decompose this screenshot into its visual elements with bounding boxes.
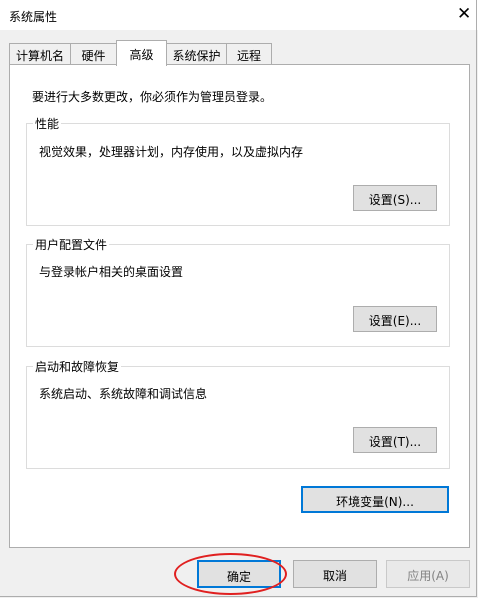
button-label: 设置(T)... (368, 435, 422, 449)
button-label: 应用(A) (407, 569, 449, 583)
user-profiles-description: 与登录帐户相关的桌面设置 (39, 265, 184, 279)
startup-recovery-group: 启动和故障恢复 系统启动、系统故障和调试信息 设置(T)... (26, 358, 450, 469)
performance-settings-button[interactable]: 设置(S)... (353, 185, 437, 211)
startup-recovery-settings-button[interactable]: 设置(T)... (353, 427, 437, 453)
tab-label: 硬件 (81, 49, 106, 63)
cancel-button[interactable]: 取消 (293, 560, 377, 588)
button-label: 设置(E)... (368, 314, 422, 328)
performance-title: 性能 (33, 115, 62, 132)
window-title: 系统属性 (9, 10, 58, 24)
close-icon: ✕ (457, 4, 472, 24)
tab-hardware[interactable]: 硬件 (70, 43, 117, 64)
ok-button[interactable]: 确定 (197, 560, 281, 588)
environment-variables-button[interactable]: 环境变量(N)... (301, 486, 449, 513)
tab-label: 远程 (236, 49, 261, 63)
tab-computer-name[interactable]: 计算机名 (9, 43, 71, 64)
user-profiles-settings-button[interactable]: 设置(E)... (353, 306, 437, 332)
startup-recovery-title: 启动和故障恢复 (33, 358, 122, 375)
performance-group: 性能 视觉效果，处理器计划，内存使用，以及虚拟内存 设置(S)... (26, 115, 450, 226)
tab-label: 高级 (129, 48, 154, 62)
tab-system-protection[interactable]: 系统保护 (166, 43, 227, 64)
button-label: 环境变量(N)... (336, 495, 414, 509)
advanced-tab-panel: 要进行大多数更改，你必须作为管理员登录。 性能 视觉效果，处理器计划，内存使用，… (9, 64, 470, 548)
tab-remote[interactable]: 远程 (226, 43, 272, 64)
apply-button[interactable]: 应用(A) (386, 560, 470, 588)
user-profiles-title: 用户配置文件 (33, 236, 110, 253)
user-profiles-group: 用户配置文件 与登录帐户相关的桌面设置 设置(E)... (26, 236, 450, 347)
tab-label: 系统保护 (172, 49, 221, 63)
admin-note: 要进行大多数更改，你必须作为管理员登录。 (32, 90, 273, 104)
button-label: 确定 (226, 570, 251, 584)
startup-recovery-description: 系统启动、系统故障和调试信息 (39, 387, 208, 401)
tab-label: 计算机名 (15, 49, 64, 63)
tab-advanced[interactable]: 高级 (116, 40, 167, 66)
title-bar[interactable]: 系统属性 ✕ (0, 0, 478, 30)
close-button[interactable]: ✕ (440, 0, 478, 30)
performance-description: 视觉效果，处理器计划，内存使用，以及虚拟内存 (39, 145, 304, 159)
button-label: 取消 (322, 569, 347, 583)
button-label: 设置(S)... (368, 193, 422, 207)
